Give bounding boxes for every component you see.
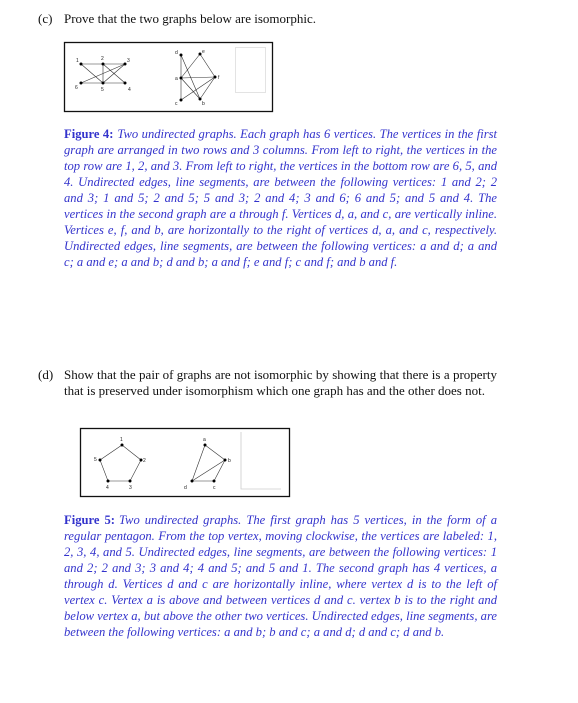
vertex-label: b	[228, 458, 231, 464]
vertex-label: 5	[94, 457, 97, 463]
vertex-label: 3	[129, 485, 132, 491]
vertex-label: 1	[76, 58, 79, 64]
document-page: { "part_c": { "label": "(c)", "text": "P…	[0, 0, 578, 703]
vertex-label: 4	[106, 485, 109, 491]
part-d-text: Show that the pair of graphs are not iso…	[64, 367, 497, 398]
vertex-label: 2	[101, 56, 104, 62]
figure-5-caption-text: Two undirected graphs. The first graph h…	[64, 513, 497, 639]
vertex-label: 4	[128, 87, 131, 93]
vertex-label: 2	[143, 458, 146, 464]
vertex-label: a	[203, 437, 206, 443]
figure-5-image: 1 2 3 4 5 a b c d	[79, 427, 291, 498]
part-d: (d) Show that the pair of graphs are not…	[38, 367, 497, 398]
figure-4-label: Figure 4:	[64, 127, 114, 141]
vertex-label: 5	[101, 87, 104, 93]
figure-5-caption: Figure 5: Two undirected graphs. The firs…	[64, 512, 497, 640]
figure-4-caption-text: Two undirected graphs. Each graph has 6 …	[64, 127, 497, 269]
vertex-label: e	[202, 49, 205, 55]
figure-5-label: Figure 5:	[64, 513, 115, 527]
figure-4-caption: Figure 4: Two undirected graphs. Each gra…	[64, 126, 497, 270]
vertex-label: 1	[120, 437, 123, 443]
vertex-label: d	[175, 50, 178, 56]
part-d-label: (d)	[38, 367, 54, 382]
vertex-label: 6	[75, 85, 78, 91]
vertex-label: b	[202, 101, 205, 107]
vertex-label: d	[184, 485, 187, 491]
vertex-label: 3	[127, 58, 130, 64]
figure-4-image: 1 2 3 6 5 4 d e a f c b	[63, 41, 274, 113]
vertex-label: a	[175, 76, 178, 82]
